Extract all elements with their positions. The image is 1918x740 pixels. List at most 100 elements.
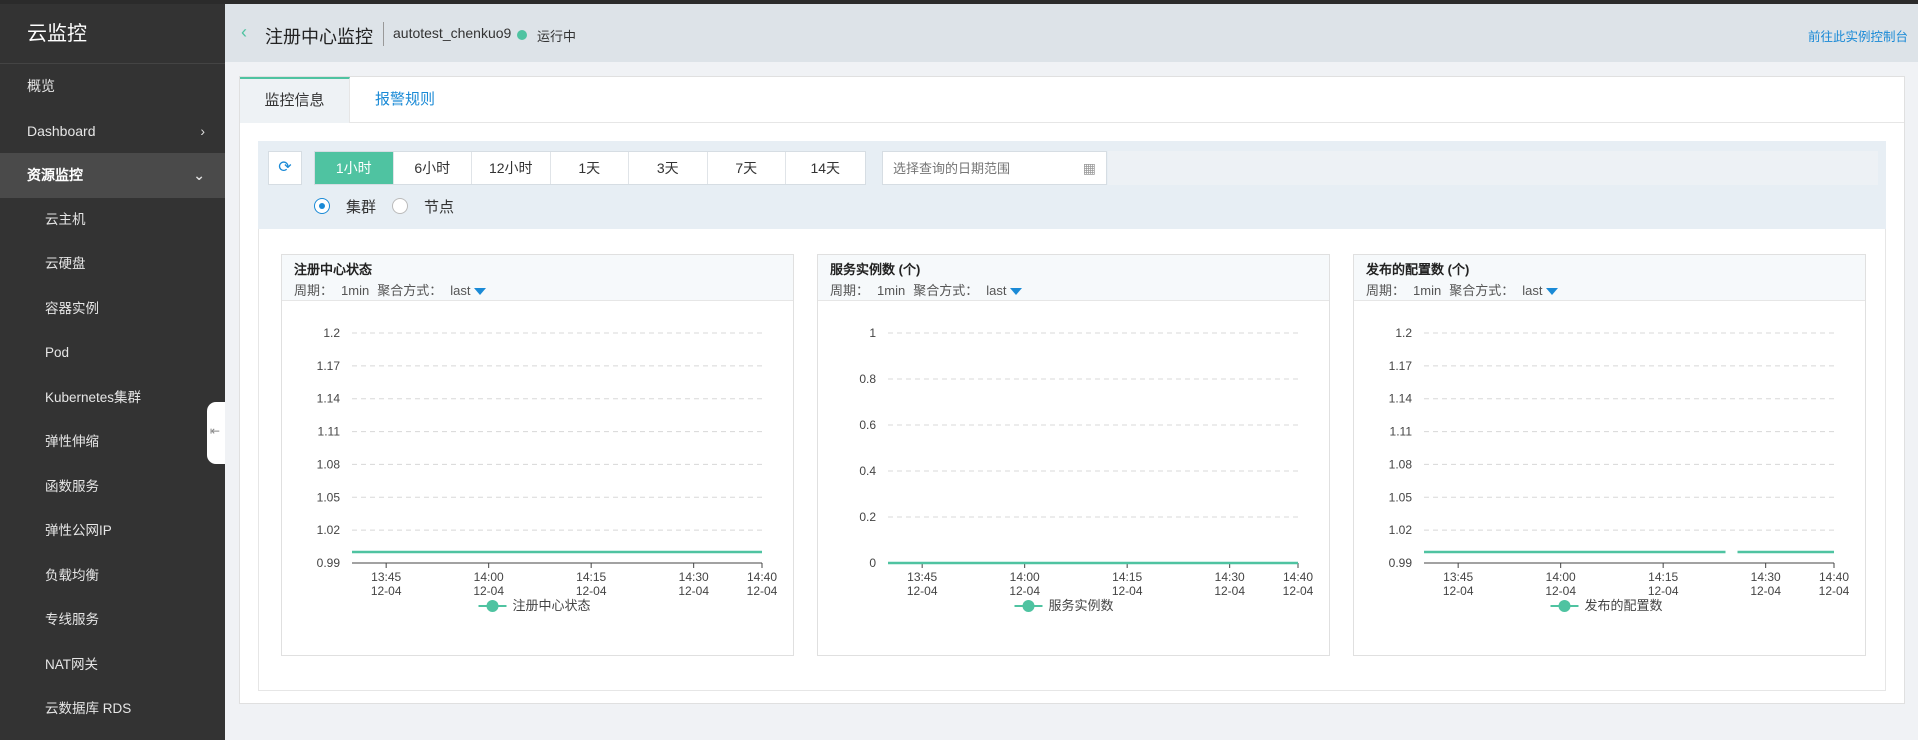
y-tick-label: 1.14: [317, 392, 341, 406]
x-tick-label: 12-04: [1545, 584, 1576, 598]
y-tick-label: 0.99: [1389, 556, 1413, 570]
x-tick-label: 14:00: [1546, 570, 1576, 584]
sidebar-item-4[interactable]: 云硬盘: [0, 242, 225, 287]
sidebar-item-label: Dashboard: [27, 122, 96, 139]
range-button-1[interactable]: 6小时: [394, 152, 472, 184]
date-range-picker[interactable]: ▦: [882, 151, 1107, 185]
x-tick-label: 14:30: [1751, 570, 1781, 584]
agg-label: 聚合方式：: [377, 283, 443, 298]
sidebar-item-3[interactable]: 云主机: [0, 198, 225, 243]
radio-node[interactable]: [392, 198, 409, 214]
range-button-4[interactable]: 3天: [629, 152, 708, 184]
radio-cluster[interactable]: [314, 198, 330, 214]
y-tick-label: 0.4: [859, 464, 876, 478]
agg-value[interactable]: last: [450, 283, 470, 298]
calendar-icon: ▦: [1082, 160, 1096, 176]
sidebar-item-14[interactable]: 云数据库 RDS: [0, 687, 225, 732]
sidebar-item-7[interactable]: Kubernetes集群: [0, 376, 225, 421]
x-tick-label: 12-04: [1750, 584, 1781, 598]
sidebar-item-5[interactable]: 容器实例: [0, 287, 225, 332]
chart-header: 注册中心状态 周期： 1min 聚合方式： last: [282, 255, 793, 301]
scope-radio-group: 集群 节点: [314, 194, 470, 218]
sidebar-item-13[interactable]: NAT网关: [0, 643, 225, 688]
legend-label[interactable]: 注册中心状态: [513, 598, 591, 613]
sidebar-item-label: 云数据库 RDS: [45, 701, 132, 716]
x-tick-label: 14:40: [1819, 570, 1849, 584]
dropdown-arrow-icon[interactable]: [474, 288, 487, 296]
chart-meta: 周期： 1min 聚合方式： last: [1366, 280, 1853, 299]
y-tick-label: 1.05: [1389, 490, 1413, 504]
y-tick-label: 0.2: [859, 510, 876, 524]
x-tick-label: 12-04: [747, 584, 778, 598]
sidebar-item-label: 弹性伸缩: [45, 434, 99, 449]
chart-card-0: 注册中心状态 周期： 1min 聚合方式： last 0.99 1.02 1.05 1.08 1.…: [281, 254, 794, 656]
y-tick-label: 1.08: [1389, 457, 1413, 471]
sidebar-item-label: 概览: [27, 78, 55, 94]
range-button-6[interactable]: 14天: [786, 152, 865, 184]
y-tick-label: 1.14: [1389, 392, 1413, 406]
sidebar-item-label: 专线服务: [45, 612, 99, 627]
x-tick-label: 14:40: [1283, 570, 1313, 584]
y-tick-label: 0.99: [317, 556, 341, 570]
chart-card-2: 发布的配置数 (个) 周期： 1min 聚合方式： last 0.99 1.02 1.05 1.…: [1353, 254, 1866, 656]
range-button-2[interactable]: 12小时: [472, 152, 551, 184]
x-tick-label: 12-04: [1214, 584, 1245, 598]
x-tick-label: 12-04: [907, 584, 938, 598]
y-tick-label: 1.08: [317, 457, 341, 471]
legend-label[interactable]: 发布的配置数: [1585, 598, 1663, 613]
x-tick-label: 12-04: [576, 584, 607, 598]
radio-cluster-label: 集群: [346, 198, 377, 216]
sidebar-item-label: 函数服务: [45, 478, 99, 494]
chart-plot: 0.991.021.051.081.111.141.171.213:4512-0…: [1389, 326, 1850, 613]
x-tick-label: 12-04: [1443, 584, 1474, 598]
x-tick-label: 12-04: [1112, 584, 1143, 598]
sidebar-item-8[interactable]: 弹性伸缩: [0, 420, 225, 465]
chart-plot: 00.20.40.60.8113:4512-0414:0012-0414:151…: [859, 326, 1313, 613]
y-tick-label: 1.2: [1395, 326, 1412, 340]
sidebar-item-6[interactable]: Pod: [0, 331, 225, 376]
filter-bar: ⟳ 1小时6小时12小时1天3天7天14天 ▦ 集群 节点: [258, 141, 1886, 229]
sidebar-item-12[interactable]: 专线服务: [0, 598, 225, 643]
period-label: 周期：: [294, 283, 334, 298]
x-tick-label: 14:30: [1215, 570, 1245, 584]
sidebar-item-10[interactable]: 弹性公网IP: [0, 509, 225, 554]
x-tick-label: 14:40: [747, 570, 777, 584]
collapse-icon: ⇤: [210, 424, 221, 438]
range-button-0[interactable]: 1小时: [315, 152, 394, 184]
period-label: 周期：: [830, 283, 870, 298]
sidebar-item-9[interactable]: 函数服务: [0, 465, 225, 510]
tab-monitor-info[interactable]: 监控信息: [240, 77, 350, 123]
range-button-5[interactable]: 7天: [708, 152, 786, 184]
sidebar-item-1[interactable]: Dashboard ›: [0, 109, 225, 154]
range-button-3[interactable]: 1天: [551, 152, 629, 184]
x-tick-label: 12-04: [371, 584, 402, 598]
chart-header: 发布的配置数 (个) 周期： 1min 聚合方式： last: [1354, 255, 1865, 301]
sidebar-item-11[interactable]: 负载均衡: [0, 554, 225, 599]
status-dot-icon: [517, 30, 527, 40]
refresh-button[interactable]: ⟳: [268, 151, 302, 185]
dropdown-arrow-icon[interactable]: [1546, 288, 1559, 296]
sidebar-item-2[interactable]: 资源监控 ⌄: [0, 153, 225, 198]
x-tick-label: 14:15: [1648, 570, 1678, 584]
chart-title: 发布的配置数 (个): [1366, 262, 1470, 277]
x-tick-label: 13:45: [371, 570, 401, 584]
x-tick-label: 14:15: [576, 570, 606, 584]
agg-value[interactable]: last: [986, 283, 1006, 298]
legend-label[interactable]: 服务实例数: [1049, 598, 1114, 613]
sidebar-item-label: Pod: [45, 345, 70, 360]
y-tick-label: 0: [869, 556, 876, 570]
agg-value[interactable]: last: [1522, 283, 1542, 298]
go-console-link[interactable]: 前往此实例控制台: [1808, 26, 1908, 45]
x-tick-label: 12-04: [1009, 584, 1040, 598]
sidebar-collapse-button[interactable]: ⇤: [207, 402, 225, 464]
tab-alarm-rules[interactable]: 报警规则: [350, 77, 460, 123]
date-range-input[interactable]: [883, 152, 1063, 184]
chart-title: 服务实例数 (个): [830, 262, 921, 277]
dropdown-arrow-icon[interactable]: [1010, 288, 1023, 296]
sidebar-item-label: 云硬盘: [45, 256, 86, 271]
back-icon[interactable]: ‹: [241, 22, 247, 43]
sidebar-item-label: Kubernetes集群: [45, 389, 142, 405]
time-range-group: 1小时 6小时 12小时 1天 3天 7天 14天: [314, 151, 866, 185]
sidebar-item-label: 云主机: [45, 211, 86, 227]
sidebar-item-0[interactable]: 概览: [0, 64, 225, 109]
